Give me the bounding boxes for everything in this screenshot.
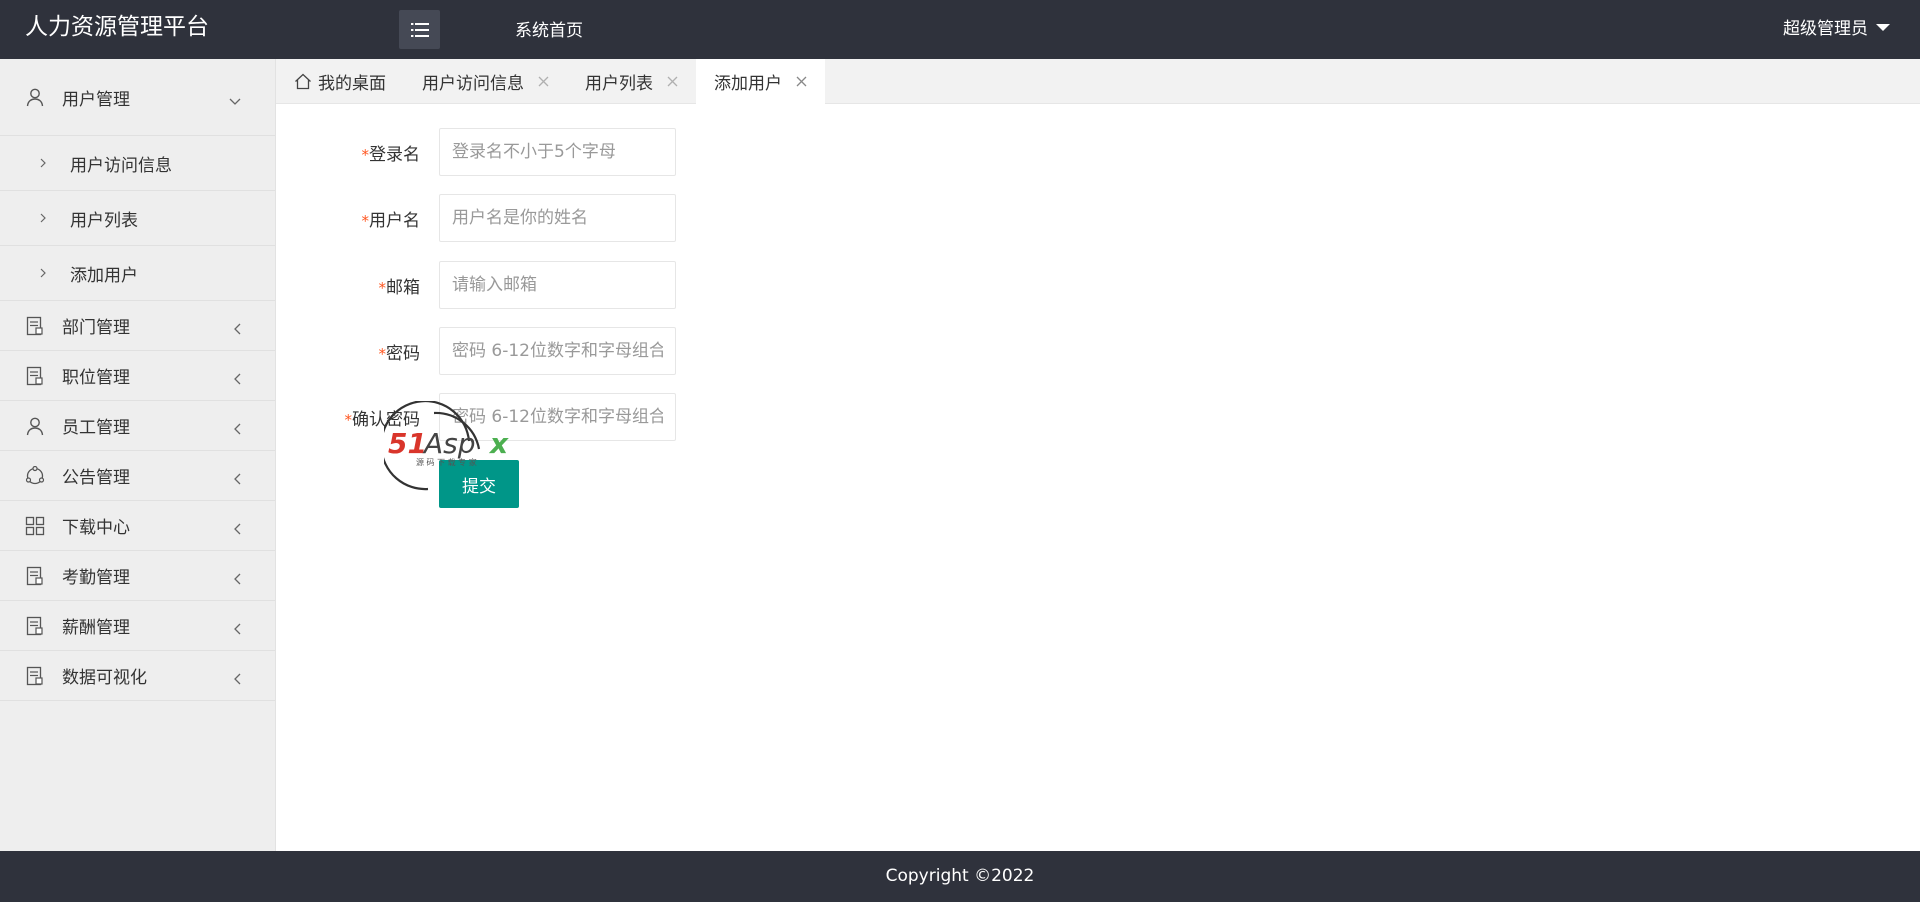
grid-icon [24, 515, 46, 537]
chevron-left-icon [233, 620, 241, 640]
sidebar-item-label: 公告管理 [62, 468, 130, 488]
sidebar-item-label: 考勤管理 [62, 568, 130, 588]
tab-label: 用户列表 [585, 74, 653, 94]
sidebar-item-download[interactable]: 下载中心 [0, 501, 275, 551]
tab-label: 用户访问信息 [422, 74, 524, 94]
required-mark: * [344, 410, 353, 429]
sidebar-subitem-add-user[interactable]: 添加用户 [0, 246, 275, 301]
user-name-input[interactable] [439, 194, 676, 242]
chevron-left-icon [233, 320, 241, 340]
required-mark: * [378, 278, 387, 297]
chevron-right-icon [40, 268, 50, 278]
confirm-password-input[interactable] [439, 393, 676, 441]
chevron-right-icon [40, 213, 50, 223]
sidebar-subitem-label: 添加用户 [70, 265, 138, 286]
sidebar-subitem-label: 用户访问信息 [70, 155, 172, 176]
user-icon [24, 86, 46, 108]
sidebar: 用户管理 用户访问信息 用户列表 添加用户 部门管理 职位管理 员工管理 公告管… [0, 59, 276, 851]
form-row-password: *密码 [276, 327, 676, 375]
password-input[interactable] [439, 327, 676, 375]
sidebar-subitem-label: 用户列表 [70, 210, 138, 231]
user-icon [24, 415, 46, 437]
form-row-confirm-password: *确认密码 [276, 393, 676, 441]
close-icon[interactable] [667, 76, 678, 87]
sidebar-item-attendance[interactable]: 考勤管理 [0, 551, 275, 601]
top-header: 人力资源管理平台 系统首页 超级管理员 [0, 0, 1920, 59]
submit-button[interactable]: 提交 [439, 460, 519, 508]
user-name-label: *用户名 [361, 210, 421, 231]
document-icon [24, 365, 46, 387]
tab-my-desktop[interactable]: 我的桌面 [276, 59, 404, 104]
document-icon [24, 615, 46, 637]
required-mark: * [378, 344, 387, 363]
sidebar-item-salary[interactable]: 薪酬管理 [0, 601, 275, 651]
required-mark: * [361, 145, 370, 164]
home-icon [294, 73, 312, 90]
tab-user-visit-info[interactable]: 用户访问信息 [404, 59, 567, 104]
chevron-left-icon [233, 670, 241, 690]
chevron-left-icon [233, 470, 241, 490]
tab-add-user[interactable]: 添加用户 [696, 59, 825, 104]
sidebar-subitem-user-visit-info[interactable]: 用户访问信息 [0, 136, 275, 191]
app-title: 人力资源管理平台 [25, 14, 209, 40]
confirm-password-label: *确认密码 [344, 409, 421, 430]
required-mark: * [361, 211, 370, 230]
sidebar-item-employee[interactable]: 员工管理 [0, 401, 275, 451]
caret-down-icon [1876, 24, 1890, 31]
sidebar-item-department[interactable]: 部门管理 [0, 301, 275, 351]
form-row-user-name: *用户名 [276, 194, 676, 242]
email-label: *邮箱 [378, 277, 421, 298]
sidebar-item-label: 下载中心 [62, 518, 130, 538]
sidebar-item-position[interactable]: 职位管理 [0, 351, 275, 401]
sidebar-item-user-management[interactable]: 用户管理 [0, 59, 275, 136]
sidebar-item-label: 用户管理 [62, 89, 130, 110]
user-menu[interactable]: 超级管理员 [1783, 0, 1890, 59]
menu-toggle-button[interactable] [399, 10, 440, 49]
document-icon [24, 565, 46, 587]
tab-user-list[interactable]: 用户列表 [567, 59, 696, 104]
form-row-email: *邮箱 [276, 261, 676, 309]
chevron-left-icon [233, 570, 241, 590]
close-icon[interactable] [538, 76, 549, 87]
footer: Copyright ©2022 [0, 851, 1920, 902]
document-icon [24, 315, 46, 337]
login-name-input[interactable] [439, 128, 676, 176]
sidebar-item-label: 职位管理 [62, 368, 130, 388]
tab-label: 添加用户 [714, 74, 782, 94]
sidebar-item-notice[interactable]: 公告管理 [0, 451, 275, 501]
chevron-left-icon [233, 420, 241, 440]
sidebar-item-label: 员工管理 [62, 418, 130, 438]
tab-label: 我的桌面 [318, 74, 386, 94]
chevron-left-icon [233, 370, 241, 390]
sidebar-subitem-user-list[interactable]: 用户列表 [0, 191, 275, 246]
sidebar-item-label: 数据可视化 [62, 668, 147, 688]
sidebar-item-label: 薪酬管理 [62, 618, 130, 638]
tab-bar: 我的桌面 用户访问信息 用户列表 添加用户 [276, 59, 1920, 104]
close-icon[interactable] [796, 76, 807, 87]
list-icon [410, 22, 429, 37]
user-name: 超级管理员 [1783, 19, 1868, 39]
chevron-down-icon [229, 91, 241, 111]
email-input[interactable] [439, 261, 676, 309]
chevron-left-icon [233, 520, 241, 540]
login-name-label: *登录名 [361, 144, 421, 165]
sidebar-item-data-visualization[interactable]: 数据可视化 [0, 651, 275, 701]
form-row-login-name: *登录名 [276, 128, 676, 176]
document-icon [24, 665, 46, 687]
system-home-link[interactable]: 系统首页 [515, 0, 583, 59]
add-user-form: *登录名 *用户名 *邮箱 *密码 *确认密码 提交 [276, 104, 1920, 851]
copyright-text: Copyright ©2022 [885, 866, 1035, 886]
sidebar-item-label: 部门管理 [62, 318, 130, 338]
password-label: *密码 [378, 343, 421, 364]
cycle-icon [24, 465, 46, 487]
chevron-right-icon [40, 158, 50, 168]
